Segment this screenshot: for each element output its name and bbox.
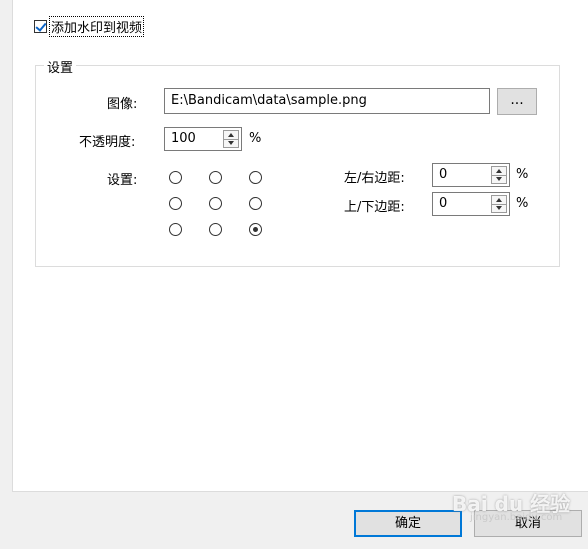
position-label: 设置:: [107, 173, 138, 188]
browse-button[interactable]: ...: [497, 88, 537, 115]
ok-button[interactable]: 确定: [354, 510, 462, 537]
margin-lr-stepper[interactable]: 0: [432, 163, 510, 187]
position-top-left-radio[interactable]: [169, 171, 182, 184]
position-middle-center-radio[interactable]: [209, 197, 222, 210]
baidu-watermark-site: jingyan.baidu.com: [470, 512, 563, 523]
opacity-label: 不透明度:: [79, 135, 136, 150]
image-path-input[interactable]: E:\Bandicam\data\sample.png: [164, 88, 490, 114]
margin-tb-unit: %: [516, 196, 529, 211]
add-watermark-label[interactable]: 添加水印到视频: [48, 15, 145, 37]
position-middle-right-radio[interactable]: [249, 197, 262, 210]
opacity-value[interactable]: 100: [171, 128, 196, 150]
position-top-right-radio[interactable]: [249, 171, 262, 184]
margin-tb-value[interactable]: 0: [439, 193, 447, 215]
position-bottom-right-radio[interactable]: [249, 223, 262, 236]
opacity-unit: %: [249, 131, 262, 146]
margin-tb-spin[interactable]: [491, 195, 507, 213]
opacity-stepper[interactable]: 100: [164, 127, 242, 151]
position-top-center-radio[interactable]: [209, 171, 222, 184]
position-bottom-left-radio[interactable]: [169, 223, 182, 236]
margin-lr-value[interactable]: 0: [439, 164, 447, 186]
opacity-spin[interactable]: [223, 130, 239, 148]
margin-lr-unit: %: [516, 167, 529, 182]
spin-down-icon[interactable]: [492, 204, 506, 212]
spin-down-icon[interactable]: [492, 175, 506, 183]
margin-tb-stepper[interactable]: 0: [432, 192, 510, 216]
position-bottom-center-radio[interactable]: [209, 223, 222, 236]
add-watermark-checkbox[interactable]: 添加水印到视频: [34, 15, 145, 37]
margin-tb-label: 上/下边距:: [344, 200, 405, 215]
checkbox-checked-icon[interactable]: [34, 19, 47, 33]
spin-down-icon[interactable]: [224, 139, 238, 147]
position-middle-left-radio[interactable]: [169, 197, 182, 210]
image-label: 图像:: [107, 97, 138, 112]
margin-lr-label: 左/右边距:: [344, 171, 405, 186]
settings-group-title: 设置: [44, 57, 77, 76]
margin-lr-spin[interactable]: [491, 166, 507, 184]
